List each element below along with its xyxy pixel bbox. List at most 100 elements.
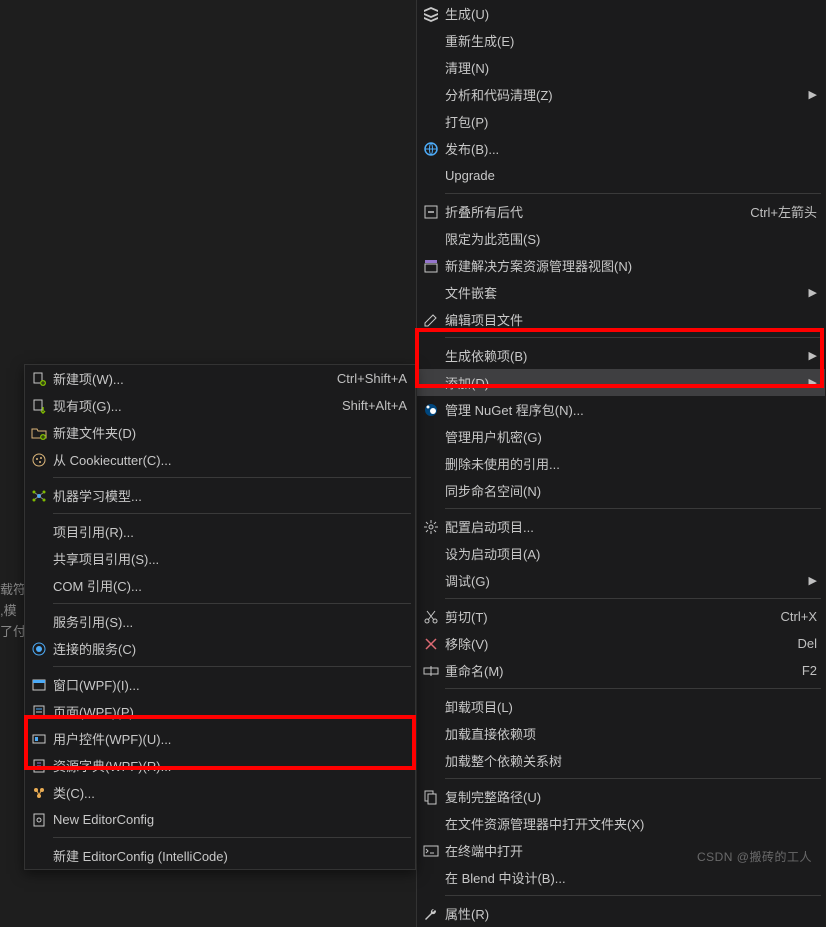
menu-item-label: 文件嵌套 (445, 283, 803, 302)
main-item-33[interactable]: 复制完整路径(U) (417, 783, 825, 810)
main-item-27[interactable]: 重命名(M) F2 (417, 657, 825, 684)
add-item-8[interactable]: 共享项目引用(S)... (25, 545, 415, 572)
main-item-14[interactable]: 生成依赖项(B)▶ (417, 342, 825, 369)
add-item-12[interactable]: 连接的服务(C) (25, 635, 415, 662)
main-item-18[interactable]: 删除未使用的引用... (417, 450, 825, 477)
add-item-7[interactable]: 项目引用(R)... (25, 518, 415, 545)
add-item-9[interactable]: COM 引用(C)... (25, 572, 415, 599)
add-item-18[interactable]: 类(C)... (25, 779, 415, 806)
menu-item-label: 同步命名空间(N) (445, 481, 817, 500)
main-separator (445, 508, 821, 509)
main-item-34[interactable]: 在文件资源管理器中打开文件夹(X) (417, 810, 825, 837)
main-item-26[interactable]: 移除(V)Del (417, 630, 825, 657)
add-separator (53, 666, 411, 667)
menu-item-label: 生成(U) (445, 4, 817, 23)
submenu-arrow-icon: ▶ (803, 376, 817, 389)
main-item-29[interactable]: 卸载项目(L) (417, 693, 825, 720)
add-item-1[interactable]: 现有项(G)...Shift+Alt+A (25, 392, 415, 419)
menu-item-label: 项目引用(R)... (53, 522, 407, 541)
add-item-5[interactable]: 机器学习模型... (25, 482, 415, 509)
context-menu-main[interactable]: 生成(U) 重新生成(E) 清理(N)分析和代码清理(Z)▶ 打包(P) 发布(B)..… (416, 0, 825, 927)
main-separator (445, 778, 821, 779)
menu-item-label: 窗口(WPF)(I)... (53, 675, 407, 694)
menu-item-label: 共享项目引用(S)... (53, 549, 407, 568)
add-item-11[interactable]: 服务引用(S)... (25, 608, 415, 635)
menu-item-label: 页面(WPF)(P)... (53, 702, 407, 721)
main-item-17[interactable]: 管理用户机密(G) (417, 423, 825, 450)
add-item-19[interactable]: New EditorConfig (25, 806, 415, 833)
submenu-arrow-icon: ▶ (803, 349, 817, 362)
resdict-icon (25, 758, 53, 774)
main-item-6[interactable]: Upgrade (417, 162, 825, 189)
collapse-icon (417, 204, 445, 220)
main-item-31[interactable]: 加载整个依赖关系树 (417, 747, 825, 774)
menu-item-label: Upgrade (445, 168, 817, 183)
main-item-21[interactable]: 配置启动项目... (417, 513, 825, 540)
menu-item-label: 调试(G) (445, 571, 803, 590)
menu-item-label: 限定为此范围(S) (445, 229, 817, 248)
menu-item-shortcut: Shift+Alt+A (342, 398, 407, 413)
context-menu-add[interactable]: 新建项(W)...Ctrl+Shift+A现有项(G)...Shift+Alt+… (24, 364, 416, 870)
add-item-14[interactable]: 窗口(WPF)(I)... (25, 671, 415, 698)
main-item-4[interactable]: 打包(P) (417, 108, 825, 135)
main-item-19[interactable]: 同步命名空间(N) (417, 477, 825, 504)
main-item-9[interactable]: 限定为此范围(S) (417, 225, 825, 252)
add-item-17[interactable]: 资源字典(WPF)(R)... (25, 752, 415, 779)
menu-item-label: 新建 EditorConfig (IntelliCode) (53, 846, 407, 865)
menu-item-label: 用户控件(WPF)(U)... (53, 729, 407, 748)
main-item-23[interactable]: 调试(G)▶ (417, 567, 825, 594)
main-item-38[interactable]: 属性(R) (417, 900, 825, 927)
menu-item-label: 重命名(M) (445, 661, 782, 680)
add-item-3[interactable]: 从 Cookiecutter(C)... (25, 446, 415, 473)
menu-item-label: 添加(D) (445, 373, 803, 392)
menu-item-label: 重新生成(E) (445, 31, 817, 50)
main-item-15[interactable]: 添加(D)▶ (417, 369, 825, 396)
main-separator (445, 895, 821, 896)
edit-icon (417, 312, 445, 328)
menu-item-label: 新建解决方案资源管理器视图(N) (445, 256, 817, 275)
main-item-10[interactable]: 新建解决方案资源管理器视图(N) (417, 252, 825, 279)
add-item-21[interactable]: 新建 EditorConfig (IntelliCode) (25, 842, 415, 869)
menu-item-shortcut: Del (797, 636, 817, 651)
uc-icon (25, 731, 53, 747)
menu-item-label: 设为启动项目(A) (445, 544, 817, 563)
main-item-3[interactable]: 分析和代码清理(Z)▶ (417, 81, 825, 108)
main-item-5[interactable]: 发布(B)... (417, 135, 825, 162)
main-item-8[interactable]: 折叠所有后代Ctrl+左箭头 (417, 198, 825, 225)
newfolder-icon (25, 425, 53, 441)
menu-item-label: 类(C)... (53, 783, 407, 802)
main-item-25[interactable]: 剪切(T)Ctrl+X (417, 603, 825, 630)
existitem-icon (25, 398, 53, 414)
menu-item-label: 打包(P) (445, 112, 817, 131)
menu-item-shortcut: F2 (802, 663, 817, 678)
menu-item-label: 编辑项目文件 (445, 310, 817, 329)
add-item-15[interactable]: 页面(WPF)(P)... (25, 698, 415, 725)
gear-icon (417, 519, 445, 535)
cookie-icon (25, 452, 53, 468)
config-icon (25, 812, 53, 828)
menu-item-shortcut: Ctrl+X (781, 609, 817, 624)
main-item-11[interactable]: 文件嵌套▶ (417, 279, 825, 306)
main-item-36[interactable]: 在 Blend 中设计(B)... (417, 864, 825, 891)
main-item-12[interactable]: 编辑项目文件 (417, 306, 825, 333)
menu-item-label: 新建文件夹(D) (53, 423, 407, 442)
page-icon (25, 704, 53, 720)
main-item-22[interactable]: 设为启动项目(A) (417, 540, 825, 567)
bg-text-1: 载符 (0, 580, 26, 601)
add-item-2[interactable]: 新建文件夹(D) (25, 419, 415, 446)
add-item-0[interactable]: 新建项(W)...Ctrl+Shift+A (25, 365, 415, 392)
main-item-30[interactable]: 加载直接依赖项 (417, 720, 825, 747)
submenu-arrow-icon: ▶ (803, 286, 817, 299)
add-item-16[interactable]: 用户控件(WPF)(U)... (25, 725, 415, 752)
main-item-0[interactable]: 生成(U) (417, 0, 825, 27)
main-item-2[interactable]: 清理(N) (417, 54, 825, 81)
menu-item-label: 发布(B)... (445, 139, 817, 158)
ml-icon (25, 488, 53, 504)
build-icon (417, 6, 445, 22)
menu-item-label: 管理用户机密(G) (445, 427, 817, 446)
menu-item-label: New EditorConfig (53, 812, 407, 827)
menu-item-label: 在文件资源管理器中打开文件夹(X) (445, 814, 817, 833)
menu-item-label: 资源字典(WPF)(R)... (53, 756, 407, 775)
main-item-16[interactable]: 管理 NuGet 程序包(N)... (417, 396, 825, 423)
main-item-1[interactable]: 重新生成(E) (417, 27, 825, 54)
